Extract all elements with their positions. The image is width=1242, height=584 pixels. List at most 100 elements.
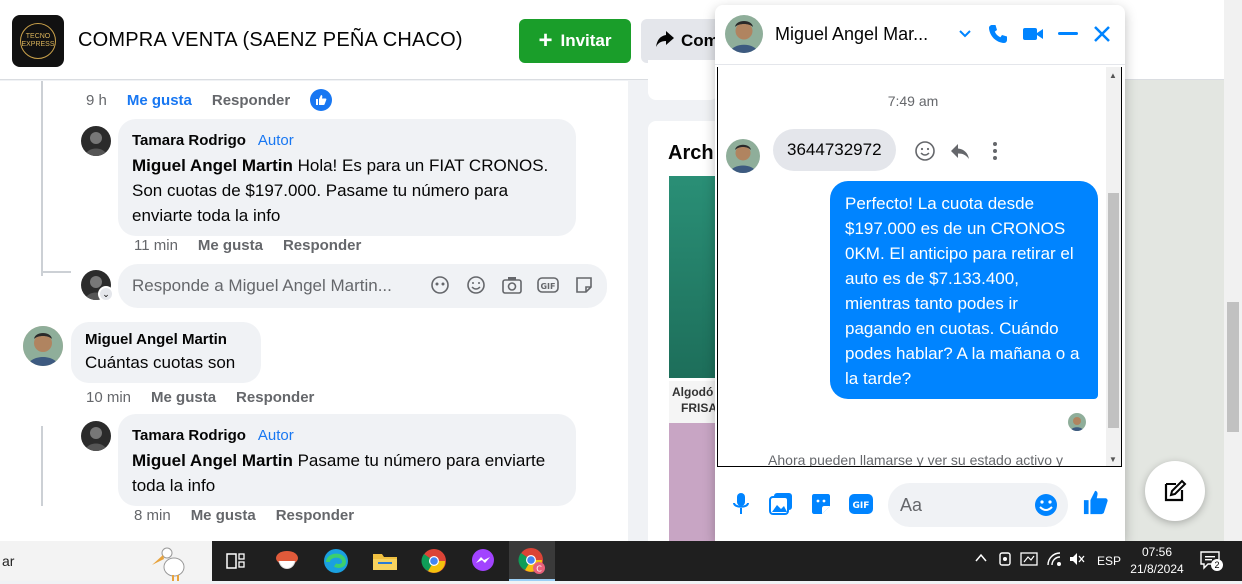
weather-widget-icon[interactable] <box>273 547 301 575</box>
plus-icon: + <box>538 27 553 54</box>
comment-bubble: Tamara Rodrigo Autor Miguel Angel Martin … <box>118 119 576 236</box>
group-logo[interactable]: TECNO EXPRESS <box>12 15 64 67</box>
task-view-icon[interactable] <box>222 547 250 575</box>
gif-icon[interactable]: GIF <box>848 491 874 517</box>
comments-feed: 9 h Me gusta Responder Tamara Rodrigo Aut… <box>0 81 628 541</box>
scrollbar-thumb[interactable] <box>1227 302 1239 432</box>
thumbnail-caption: Algodó <box>672 385 714 399</box>
pelican-search-icon <box>148 543 196 584</box>
reply-placeholder: Responde a Miguel Angel Martin... <box>132 276 392 295</box>
chevron-up-icon[interactable] <box>974 551 988 568</box>
reply-arrow-icon[interactable] <box>948 139 972 163</box>
scrollbar-thumb[interactable] <box>1108 193 1119 428</box>
microphone-icon[interactable] <box>728 491 754 517</box>
language-indicator[interactable]: ESP <box>1097 554 1121 568</box>
device-icon[interactable] <box>998 551 1012 570</box>
outgoing-message[interactable]: Perfecto! La cuota desde $197.000 es de … <box>830 181 1098 399</box>
comment-meta: 8 min Me gusta Responder <box>134 507 354 524</box>
scroll-down-arrow[interactable]: ▼ <box>1109 455 1117 464</box>
chat-scrollbar[interactable]: ▲ ▼ <box>1106 67 1121 466</box>
video-camera-icon[interactable] <box>1020 21 1046 47</box>
reply-input[interactable]: Responde a Miguel Angel Martin... GIF <box>118 264 607 308</box>
sticker-icon[interactable] <box>808 491 834 517</box>
message-timestamp: 7:49 am <box>887 93 939 109</box>
reply-link[interactable]: Responder <box>283 237 361 254</box>
clock-date: 21/8/2024 <box>1130 562 1184 576</box>
gif-icon[interactable]: GIF <box>537 274 559 296</box>
meet-now-icon[interactable] <box>1020 551 1038 570</box>
sender-avatar[interactable] <box>726 139 760 173</box>
comment-text: Cuántas cuotas son <box>85 353 236 372</box>
comment-author[interactable]: Miguel Angel Martin <box>85 330 247 350</box>
like-link[interactable]: Me gusta <box>198 237 263 254</box>
thumbnail-caption: FRISA <box>681 401 717 415</box>
more-options-icon[interactable] <box>983 139 1007 163</box>
comment-time: 8 min <box>134 507 171 524</box>
invite-button[interactable]: + Invitar <box>519 19 631 63</box>
comment-mention[interactable]: Miguel Angel Martin <box>132 156 293 175</box>
side-card <box>648 60 718 100</box>
svg-text:C: C <box>536 565 542 574</box>
notifications-icon[interactable]: 2 <box>1200 550 1223 573</box>
svg-text:GIF: GIF <box>853 501 870 511</box>
new-message-button[interactable] <box>1145 461 1205 521</box>
svg-text:GIF: GIF <box>540 282 555 291</box>
file-explorer-icon[interactable] <box>371 547 399 575</box>
group-title[interactable]: COMPRA VENTA (SAENZ PEÑA CHACO) <box>78 29 463 52</box>
photo-icon[interactable] <box>768 491 794 517</box>
chat-header: Miguel Angel Mar... <box>715 5 1125 65</box>
taskbar-clock[interactable]: 07:56 21/8/2024 <box>1128 544 1186 578</box>
search-text: ar <box>2 553 15 569</box>
phone-icon[interactable] <box>985 21 1011 47</box>
volume-muted-icon[interactable] <box>1068 551 1086 570</box>
thumbnail-image <box>669 423 717 541</box>
wifi-icon[interactable] <box>1046 551 1064 570</box>
react-icon[interactable] <box>913 139 937 163</box>
invite-label: Invitar <box>560 31 612 50</box>
comment-meta: 11 min Me gusta Responder <box>134 237 361 254</box>
page-scrollbar[interactable] <box>1224 0 1242 541</box>
emoji-icon[interactable] <box>1033 492 1059 518</box>
messenger-app-icon[interactable] <box>469 547 497 575</box>
comment-time: 9 h <box>86 91 107 109</box>
reply-link[interactable]: Responder <box>212 92 290 109</box>
avatar-sticker-icon[interactable] <box>429 274 451 296</box>
chevron-down-icon[interactable] <box>952 21 978 47</box>
sticker-icon[interactable] <box>573 274 595 296</box>
like-link[interactable]: Me gusta <box>127 92 192 109</box>
chat-messages[interactable]: 7:49 am 3644732972 Perfecto! La cuota de… <box>717 67 1122 467</box>
chat-contact-name[interactable]: Miguel Angel Mar... <box>775 24 947 45</box>
reply-link[interactable]: Responder <box>276 507 354 524</box>
notification-count: 2 <box>1211 559 1223 571</box>
incoming-message[interactable]: 3644732972 <box>773 129 896 171</box>
reply-link[interactable]: Responder <box>236 389 314 406</box>
thread-line <box>41 271 71 273</box>
scroll-up-arrow[interactable]: ▲ <box>1109 71 1117 80</box>
taskbar-search-input[interactable]: ar <box>0 541 212 581</box>
chat-contact-avatar[interactable] <box>725 15 763 53</box>
author-badge: Autor <box>257 427 294 444</box>
like-reaction-icon <box>310 89 333 111</box>
edge-browser-icon[interactable] <box>322 547 350 575</box>
media-thumbnail[interactable]: Algodó FRISA <box>669 381 717 541</box>
chevron-down-icon[interactable]: ⌄ <box>98 286 114 302</box>
chrome-profile-icon[interactable]: C <box>518 547 546 575</box>
camera-icon[interactable] <box>501 274 523 296</box>
media-thumbnail[interactable] <box>669 176 717 378</box>
avatar[interactable] <box>23 326 63 366</box>
messenger-chat-window: Miguel Angel Mar... 7:49 am 3644732972 P… <box>715 5 1125 541</box>
comment-mention[interactable]: Miguel Angel Martin <box>132 451 293 470</box>
chat-composer: GIF Aa <box>715 475 1125 541</box>
comment-author[interactable]: Tamara Rodrigo <box>132 132 246 149</box>
minimize-icon[interactable] <box>1055 21 1081 47</box>
like-link[interactable]: Me gusta <box>151 389 216 406</box>
avatar[interactable] <box>81 421 111 451</box>
emoji-icon[interactable] <box>465 274 487 296</box>
avatar[interactable] <box>81 126 111 156</box>
comment-time: 11 min <box>134 237 178 254</box>
chrome-browser-icon[interactable] <box>420 547 448 575</box>
like-link[interactable]: Me gusta <box>191 507 256 524</box>
close-icon[interactable] <box>1089 21 1115 47</box>
thumbs-up-icon[interactable] <box>1083 489 1109 515</box>
comment-author[interactable]: Tamara Rodrigo <box>132 427 246 444</box>
